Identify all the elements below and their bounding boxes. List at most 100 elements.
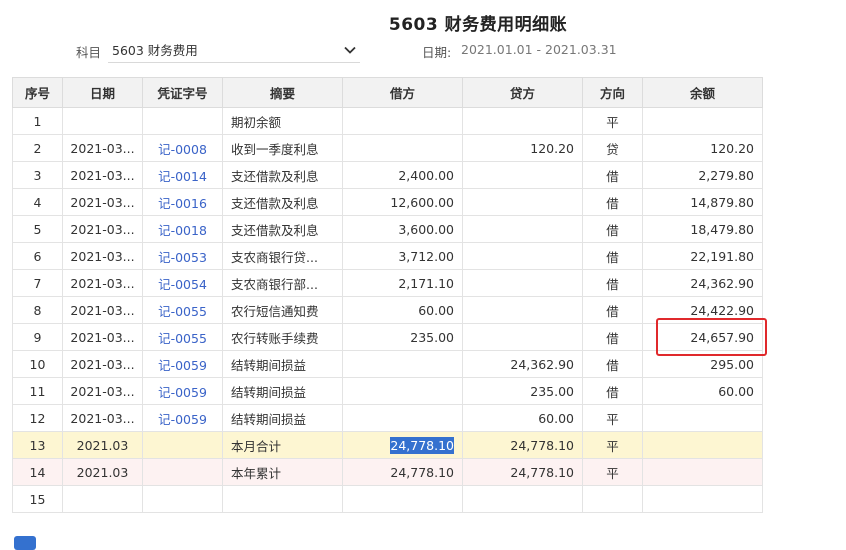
cell-voucher[interactable]: 记-0055 [142, 296, 223, 324]
col-header-seq[interactable]: 序号 [12, 77, 63, 108]
cell-voucher[interactable]: 记-0055 [142, 323, 223, 351]
cell-summary: 结转期间损益 [222, 377, 343, 405]
cell-date: 2021-03... [62, 296, 143, 324]
cell-credit [462, 269, 583, 297]
table-row[interactable]: 9 2021-03... 记-0055 农行转账手续费 235.00 借 24,657.90 [12, 323, 763, 351]
ledger-table-wrap: 序号 日期 凭证字号 摘要 借方 贷方 方向 余额 1 期初余额平 2 2021-03… [12, 77, 763, 513]
cell-debit: 60.00 [342, 296, 463, 324]
cell-credit [462, 107, 583, 135]
cell-direction: 借 [582, 188, 643, 216]
table-row[interactable]: 10 2021-03... 记-0059 结转期间损益 24,362.90 借 295.00 [12, 350, 763, 378]
cell-balance [642, 404, 763, 432]
cell-seq: 9 [12, 323, 63, 351]
col-header-balance[interactable]: 余额 [642, 77, 763, 108]
cell-direction: 借 [582, 296, 643, 324]
cell-direction: 借 [582, 242, 643, 270]
table-row[interactable]: 1 期初余额 平 [12, 107, 763, 135]
page-title: 5603 财务费用明细账 [388, 15, 568, 35]
table-row[interactable]: 13 2021.03 本月合计 24,778.10 24,778.10 平 [12, 431, 763, 459]
cell-summary: 本年累计 [222, 458, 343, 486]
col-header-direction[interactable]: 方向 [582, 77, 643, 108]
cell-debit: 3,600.00 [342, 215, 463, 243]
cell-direction: 平 [582, 458, 643, 486]
cell-seq: 2 [12, 134, 63, 162]
cell-credit [462, 296, 583, 324]
cell-balance: 24,657.90 [642, 323, 763, 351]
cell-summary: 期初余额 [222, 107, 343, 135]
cell-voucher [142, 485, 223, 513]
cell-credit [462, 323, 583, 351]
table-row[interactable]: 4 2021-03... 记-0016 支还借款及利息 12,600.00 借 14,879… [12, 188, 763, 216]
col-header-credit[interactable]: 贷方 [462, 77, 583, 108]
cell-summary: 收到一季度利息 [222, 134, 343, 162]
cell-voucher[interactable]: 记-0059 [142, 350, 223, 378]
table-row[interactable]: 3 2021-03... 记-0014 支还借款及利息 2,400.00 借 2,279.8… [12, 161, 763, 189]
cell-direction: 借 [582, 215, 643, 243]
cell-voucher [142, 431, 223, 459]
cell-direction: 借 [582, 377, 643, 405]
cell-date: 2021-03... [62, 242, 143, 270]
cell-date: 2021-03... [62, 323, 143, 351]
cell-voucher[interactable]: 记-0059 [142, 404, 223, 432]
cell-debit [342, 377, 463, 405]
cell-seq: 11 [12, 377, 63, 405]
col-header-voucher[interactable]: 凭证字号 [142, 77, 223, 108]
cell-balance: 14,879.80 [642, 188, 763, 216]
table-row[interactable]: 11 2021-03... 记-0059 结转期间损益 235.00 借 60.00 [12, 377, 763, 405]
cell-date: 2021-03... [62, 161, 143, 189]
cell-summary: 支农商银行部... [222, 269, 343, 297]
cell-balance: 295.00 [642, 350, 763, 378]
table-row[interactable]: 5 2021-03... 记-0018 支还借款及利息 3,600.00 借 18,479.… [12, 215, 763, 243]
cell-debit: 3,712.00 [342, 242, 463, 270]
cell-summary: 结转期间损益 [222, 350, 343, 378]
cell-credit [462, 242, 583, 270]
table-row[interactable]: 7 2021-03... 记-0054 支农商银行部... 2,171.10 借 24,36… [12, 269, 763, 297]
cell-voucher[interactable]: 记-0008 [142, 134, 223, 162]
cell-balance: 120.20 [642, 134, 763, 162]
cell-balance [642, 107, 763, 135]
table-row[interactable]: 15 [12, 485, 763, 513]
cell-seq: 13 [12, 431, 63, 459]
col-header-date[interactable]: 日期 [62, 77, 143, 108]
bottom-left-button[interactable] [14, 536, 36, 550]
cell-direction [582, 485, 643, 513]
cell-voucher[interactable]: 记-0018 [142, 215, 223, 243]
cell-summary: 支农商银行贷... [222, 242, 343, 270]
cell-debit: 12,600.00 [342, 188, 463, 216]
cell-date: 2021-03... [62, 269, 143, 297]
col-header-debit[interactable]: 借方 [342, 77, 463, 108]
date-range-value[interactable]: 2021.01.01 - 2021.03.31 [461, 42, 617, 57]
cell-date: 2021-03... [62, 188, 143, 216]
cell-voucher [142, 107, 223, 135]
cell-summary: 结转期间损益 [222, 404, 343, 432]
cell-voucher[interactable]: 记-0053 [142, 242, 223, 270]
subject-select[interactable]: 5603 财务费用 [108, 37, 360, 63]
cell-balance: 2,279.80 [642, 161, 763, 189]
cell-credit [462, 215, 583, 243]
cell-voucher[interactable]: 记-0054 [142, 269, 223, 297]
cell-debit: 2,400.00 [342, 161, 463, 189]
cell-voucher[interactable]: 记-0016 [142, 188, 223, 216]
table-row[interactable]: 12 2021-03... 记-0059 结转期间损益 60.00 平 [12, 404, 763, 432]
table-row[interactable]: 6 2021-03... 记-0053 支农商银行贷... 3,712.00 借 22,19… [12, 242, 763, 270]
cell-credit: 24,362.90 [462, 350, 583, 378]
col-header-summary[interactable]: 摘要 [222, 77, 343, 108]
date-label: 日期: [422, 45, 452, 60]
cell-date [62, 485, 143, 513]
cell-voucher[interactable]: 记-0014 [142, 161, 223, 189]
cell-date: 2021-03... [62, 350, 143, 378]
cell-seq: 12 [12, 404, 63, 432]
cell-credit: 24,778.10 [462, 458, 583, 486]
selected-text[interactable]: 24,778.10 [390, 436, 454, 454]
table-row[interactable]: 8 2021-03... 记-0055 农行短信通知费 60.00 借 24,422.90 [12, 296, 763, 324]
table-row[interactable]: 14 2021.03 本年累计 24,778.10 24,778.10 平 [12, 458, 763, 486]
cell-balance [642, 485, 763, 513]
cell-voucher [142, 458, 223, 486]
cell-voucher[interactable]: 记-0059 [142, 377, 223, 405]
cell-seq: 10 [12, 350, 63, 378]
cell-credit: 120.20 [462, 134, 583, 162]
table-row[interactable]: 2 2021-03... 记-0008 收到一季度利息 120.20 贷 120.20 [12, 134, 763, 162]
cell-date: 2021.03 [62, 431, 143, 459]
cell-summary: 农行短信通知费 [222, 296, 343, 324]
cell-direction: 借 [582, 323, 643, 351]
